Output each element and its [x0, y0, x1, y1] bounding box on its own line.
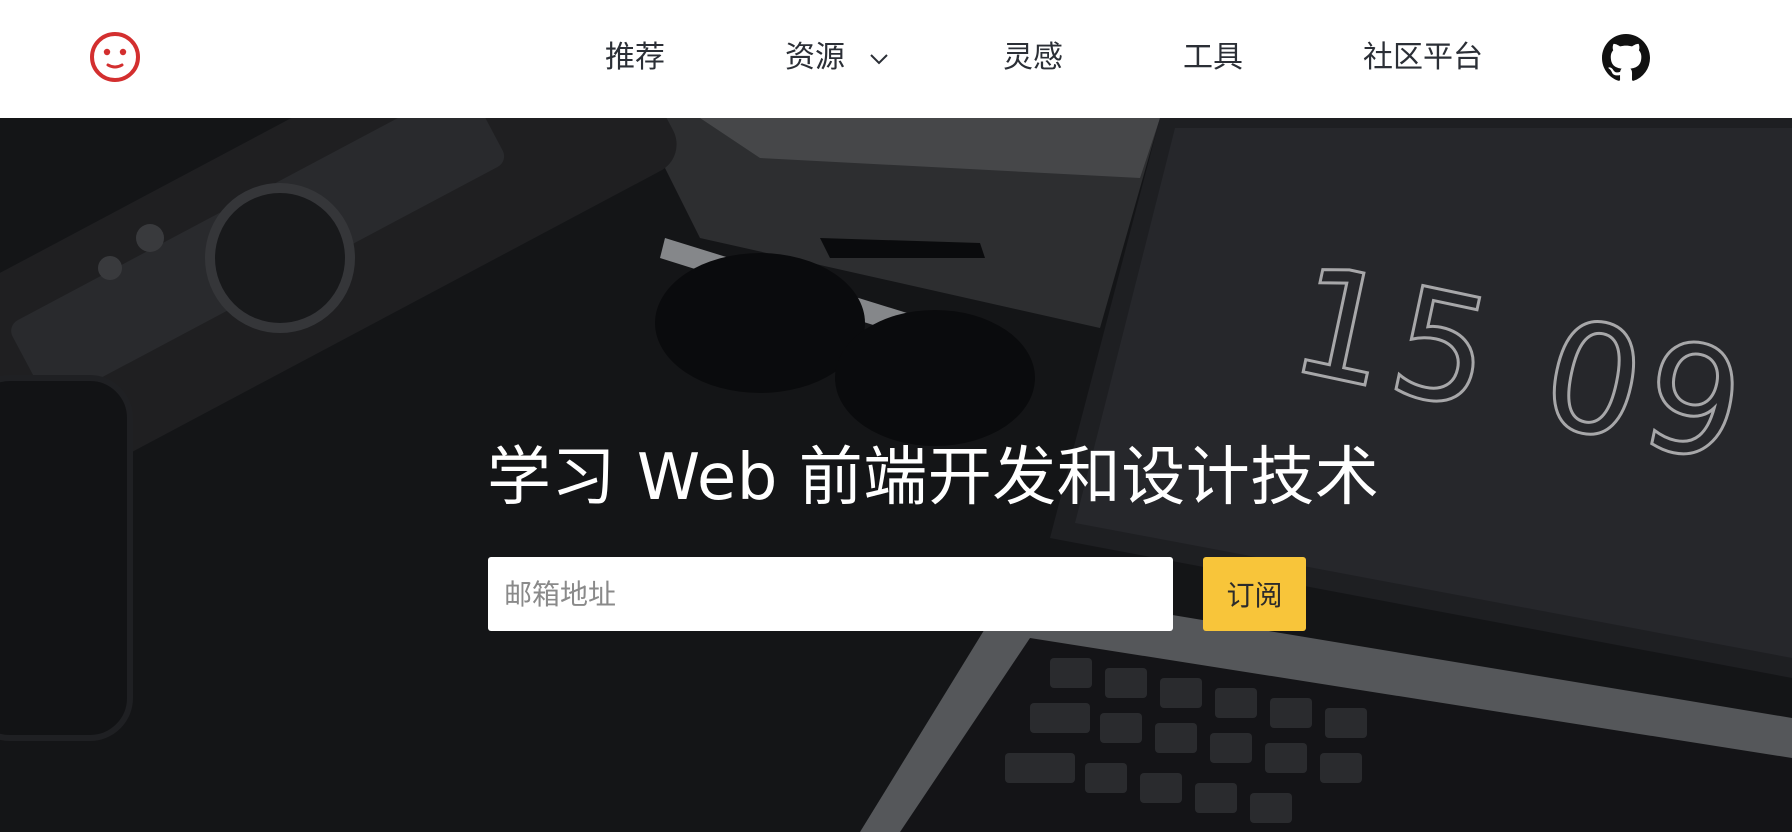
nav-item-label: 工具 [1183, 40, 1243, 75]
nav-item-recommend[interactable]: 推荐 [605, 38, 665, 78]
top-navigation-bar: 推荐 资源 灵感 工具 社区平台 [0, 0, 1792, 118]
nav-item-label: 灵感 [1003, 40, 1063, 75]
nav-item-resources[interactable]: 资源 [785, 38, 889, 78]
nav-item-label: 资源 [785, 40, 845, 75]
subscribe-button[interactable]: 订阅 [1203, 557, 1306, 631]
nav-item-tools[interactable]: 工具 [1183, 38, 1243, 78]
smiley-face-icon[interactable] [89, 31, 141, 83]
nav-item-label: 社区平台 [1363, 40, 1483, 75]
nav-item-label: 推荐 [605, 40, 665, 75]
email-field[interactable] [488, 557, 1173, 631]
nav-item-inspiration[interactable]: 灵感 [1003, 38, 1063, 78]
github-icon[interactable] [1602, 34, 1650, 82]
hero-banner: 15 09 5 学习 Web 前端开发和设计技术 订阅 [0, 118, 1792, 832]
nav-item-community[interactable]: 社区平台 [1363, 38, 1483, 78]
hero-title: 学习 Web 前端开发和设计技术 [487, 441, 1380, 515]
chevron-down-icon [869, 53, 888, 64]
